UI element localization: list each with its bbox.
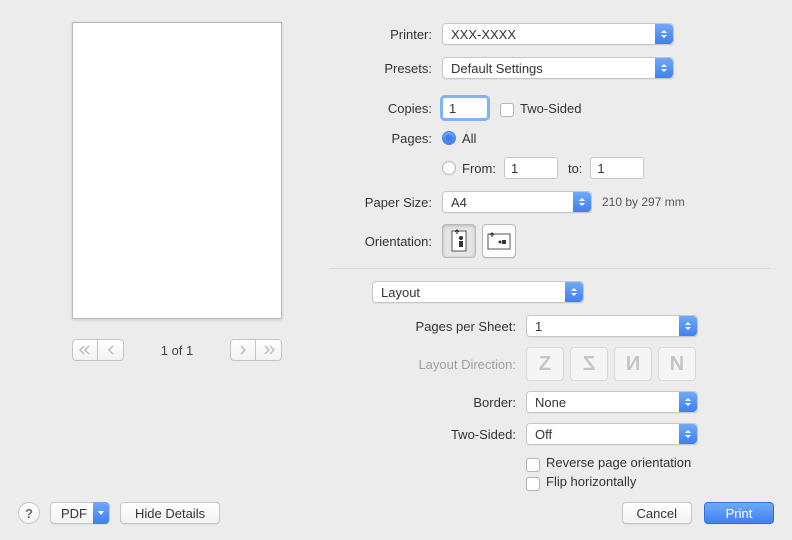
last-page-button[interactable] xyxy=(256,339,282,361)
z-glyph-icon: Z xyxy=(539,353,551,376)
two-sided-checkbox[interactable] xyxy=(500,103,514,117)
next-page-button[interactable] xyxy=(230,339,256,361)
nrev-glyph-icon: N xyxy=(670,353,684,376)
layout-dir-s-button[interactable]: Z xyxy=(570,347,608,381)
page-preview xyxy=(72,22,282,319)
options-section-select[interactable]: Layout xyxy=(372,281,584,303)
select-arrows-icon xyxy=(565,282,583,302)
border-label: Border: xyxy=(330,395,526,410)
prev-page-button[interactable] xyxy=(98,339,124,361)
section-divider xyxy=(330,268,770,269)
layout-dir-nrev-button[interactable]: N xyxy=(658,347,696,381)
copies-value: 1 xyxy=(449,101,456,116)
page-counter: 1 of 1 xyxy=(124,343,230,358)
n-glyph-icon: И xyxy=(626,353,640,376)
portrait-icon xyxy=(449,229,469,253)
paper-size-select[interactable]: A4 xyxy=(442,191,592,213)
preview-area: 1 of 1 xyxy=(72,22,282,361)
presets-label: Presets: xyxy=(330,61,442,76)
select-arrows-icon xyxy=(679,316,697,336)
orientation-portrait-button[interactable] xyxy=(442,224,476,258)
print-options-form: Printer: XXX-XXXX Presets: Default Setti… xyxy=(330,22,770,493)
pages-all-radio[interactable] xyxy=(442,131,456,145)
printer-select[interactable]: XXX-XXXX xyxy=(442,23,674,45)
two-sided-label: Two-Sided: xyxy=(330,427,526,442)
layout-dir-z-button[interactable]: Z xyxy=(526,347,564,381)
presets-value: Default Settings xyxy=(451,61,543,76)
orientation-landscape-button[interactable] xyxy=(482,224,516,258)
copies-label: Copies: xyxy=(330,101,442,116)
dialog-footer: ? PDF Hide Details Cancel Print xyxy=(0,486,792,540)
pages-from-input[interactable]: 1 xyxy=(504,157,558,179)
s-glyph-icon: Z xyxy=(583,353,595,376)
paper-dimensions: 210 by 297 mm xyxy=(602,195,685,209)
pages-range-radio[interactable] xyxy=(442,161,456,175)
orientation-label: Orientation: xyxy=(330,234,442,249)
paper-size-label: Paper Size: xyxy=(330,195,442,210)
pages-all-label: All xyxy=(462,131,476,146)
help-icon: ? xyxy=(25,506,33,521)
pages-label: Pages: xyxy=(330,131,442,146)
paper-size-value: A4 xyxy=(451,195,467,210)
border-select[interactable]: None xyxy=(526,391,698,413)
layout-direction-group: Z Z И N xyxy=(526,347,696,381)
pdf-menu-button[interactable]: PDF xyxy=(50,502,110,524)
select-arrows-icon xyxy=(573,192,591,212)
pages-per-sheet-label: Pages per Sheet: xyxy=(330,319,526,334)
reverse-orientation-checkbox[interactable] xyxy=(526,458,540,472)
two-sided-cb-label: Two-Sided xyxy=(520,101,581,116)
layout-dir-n-button[interactable]: И xyxy=(614,347,652,381)
pages-from-label: From: xyxy=(462,161,496,176)
print-dialog: 1 of 1 Printer: XXX-XXXX Presets: Defa xyxy=(0,0,792,540)
select-arrows-icon xyxy=(679,392,697,412)
reverse-orientation-label: Reverse page orientation xyxy=(546,455,691,470)
select-arrows-icon xyxy=(655,24,673,44)
printer-value: XXX-XXXX xyxy=(451,27,516,42)
pdf-label: PDF xyxy=(61,506,87,521)
first-page-button[interactable] xyxy=(72,339,98,361)
print-button[interactable]: Print xyxy=(704,502,774,524)
options-section-value: Layout xyxy=(381,285,420,300)
help-button[interactable]: ? xyxy=(18,502,40,524)
chevron-left-icon xyxy=(106,345,116,355)
page-navigator: 1 of 1 xyxy=(72,339,282,361)
double-chevron-left-icon xyxy=(79,345,91,355)
pages-per-sheet-select[interactable]: 1 xyxy=(526,315,698,337)
printer-label: Printer: xyxy=(330,27,442,42)
pages-to-label: to: xyxy=(568,161,582,176)
select-arrows-icon xyxy=(655,58,673,78)
two-sided-select[interactable]: Off xyxy=(526,423,698,445)
pages-to-input[interactable]: 1 xyxy=(590,157,644,179)
hide-details-button[interactable]: Hide Details xyxy=(120,502,220,524)
cancel-button[interactable]: Cancel xyxy=(622,502,692,524)
copies-input[interactable]: 1 xyxy=(442,97,488,119)
double-chevron-right-icon xyxy=(263,345,275,355)
select-arrows-icon xyxy=(679,424,697,444)
chevron-down-icon xyxy=(93,502,109,524)
layout-direction-label: Layout Direction: xyxy=(330,357,526,372)
presets-select[interactable]: Default Settings xyxy=(442,57,674,79)
landscape-icon xyxy=(486,230,512,252)
chevron-right-icon xyxy=(238,345,248,355)
